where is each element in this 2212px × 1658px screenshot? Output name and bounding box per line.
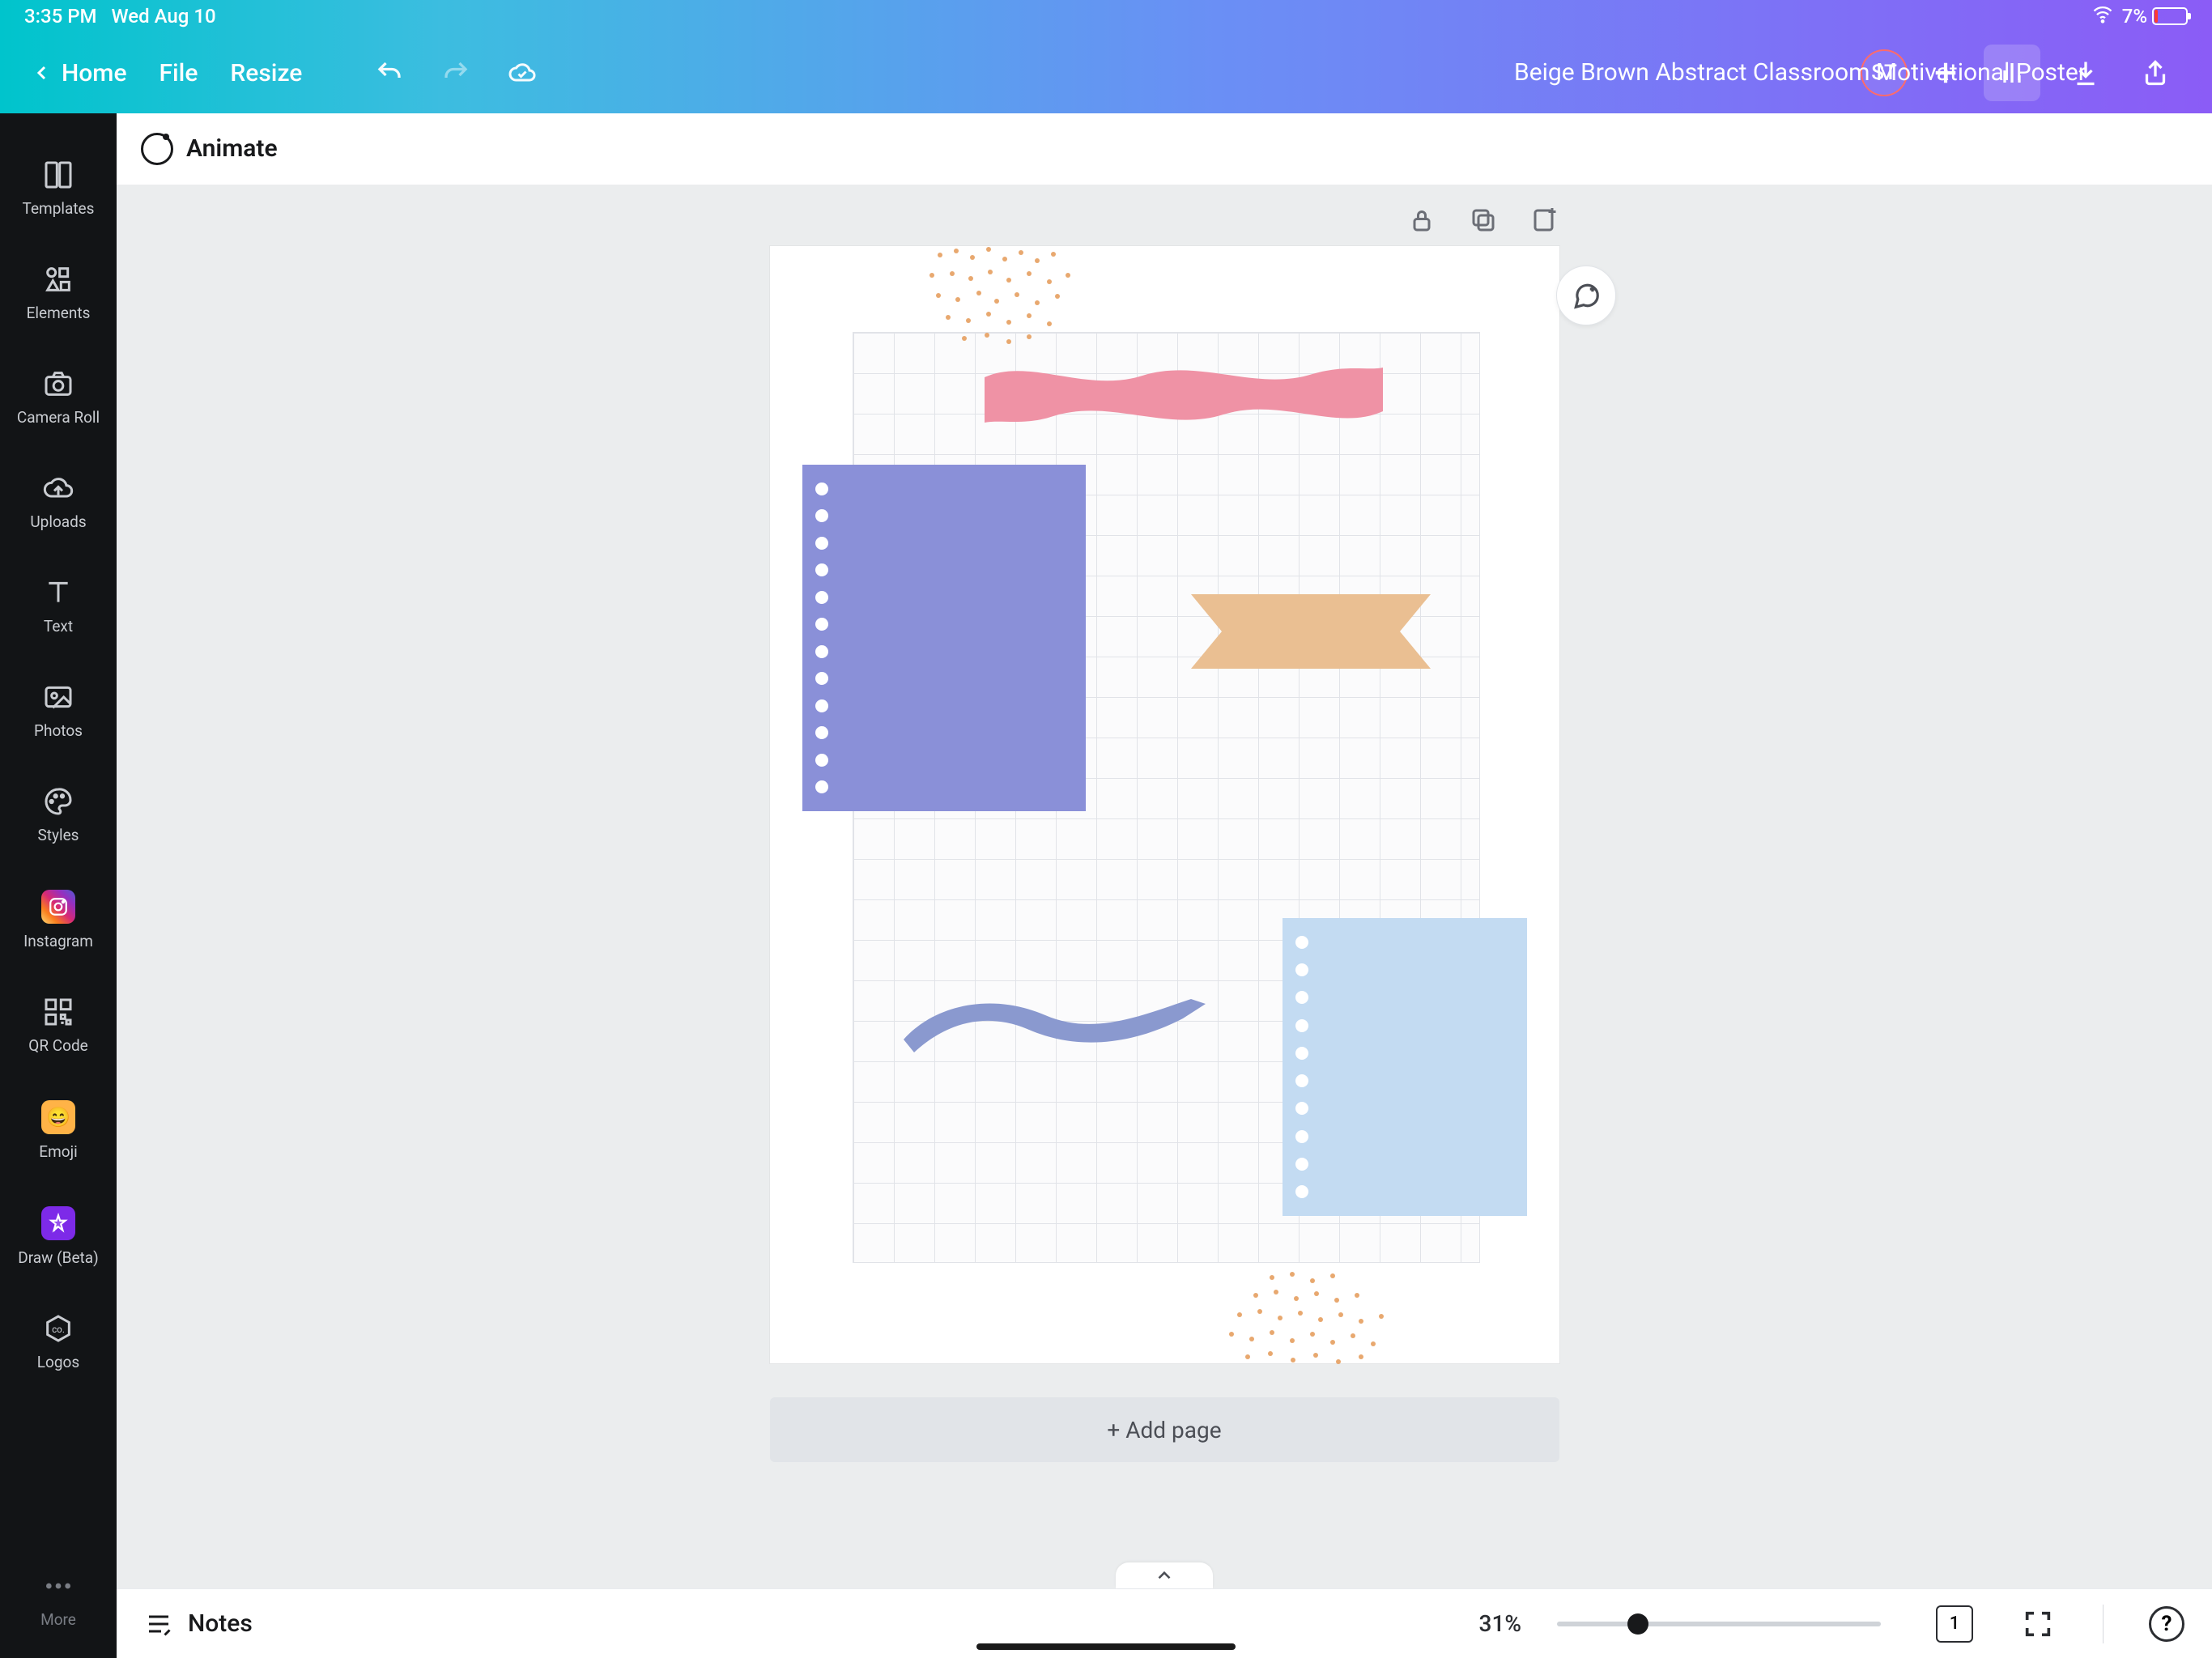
emoji-icon: 😄 <box>41 1100 75 1134</box>
lock-page-button[interactable] <box>1407 206 1436 235</box>
sidebar-item-photos[interactable]: Photos <box>0 658 117 763</box>
sidebar-item-label: Camera Roll <box>17 408 100 427</box>
separator <box>2103 1605 2104 1643</box>
status-date: Wed Aug 10 <box>112 5 216 28</box>
blue-ribbon-element[interactable] <box>900 983 1207 1064</box>
page-indicator[interactable]: 1 <box>1936 1605 1973 1643</box>
sidebar-item-label: Photos <box>34 721 83 740</box>
undo-button[interactable] <box>375 58 404 87</box>
elements-icon <box>42 263 74 295</box>
status-time: 3:35 PM <box>24 5 97 28</box>
photos-icon <box>42 681 74 713</box>
text-icon <box>42 576 74 609</box>
add-page-label: + Add page <box>1107 1417 1221 1443</box>
help-button[interactable]: ? <box>2149 1606 2184 1642</box>
notes-label: Notes <box>188 1609 253 1638</box>
home-label: Home <box>62 59 127 87</box>
home-button[interactable]: Home <box>32 59 127 87</box>
sidebar-item-label: Styles <box>38 826 79 844</box>
redo-button[interactable] <box>441 58 470 87</box>
cloud-upload-icon <box>42 472 74 504</box>
sidebar-item-camera-roll[interactable]: Camera Roll <box>0 345 117 449</box>
design-canvas[interactable] <box>770 246 1559 1363</box>
chevron-left-icon <box>32 63 52 83</box>
sidebar-item-templates[interactable]: Templates <box>0 136 117 240</box>
sidebar-item-logos[interactable]: co. Logos <box>0 1290 117 1394</box>
dot-pattern-element[interactable] <box>916 243 1086 348</box>
templates-icon <box>42 159 74 191</box>
context-toolbar: Animate <box>117 113 2212 185</box>
draw-icon <box>41 1206 75 1240</box>
sidebar-item-label: Draw (Beta) <box>18 1248 98 1267</box>
document-title[interactable]: Beige Brown Abstract Classroom Motivatio… <box>1514 58 2087 87</box>
sidebar-item-instagram[interactable]: Instagram <box>0 867 117 973</box>
sidebar-item-label: Logos <box>37 1353 79 1371</box>
sidebar-item-elements[interactable]: Elements <box>0 240 117 345</box>
sidebar-item-label: Emoji <box>39 1142 77 1161</box>
orange-ribbon-element[interactable] <box>1191 594 1431 669</box>
sidebar-item-label: Text <box>44 617 73 636</box>
dot-pattern-element[interactable] <box>1223 1268 1393 1373</box>
svg-text:co.: co. <box>52 1324 65 1335</box>
sidebar-item-draw[interactable]: Draw (Beta) <box>0 1184 117 1290</box>
sidebar-item-label: Instagram <box>23 932 93 950</box>
pink-wavy-banner-element[interactable] <box>981 353 1387 436</box>
palette-icon <box>42 785 74 818</box>
file-menu[interactable]: File <box>160 59 198 87</box>
notes-button[interactable]: Notes <box>144 1609 253 1639</box>
logos-icon: co. <box>42 1312 74 1345</box>
animate-button[interactable]: Animate <box>141 133 278 165</box>
sidebar-item-qr-code[interactable]: QR Code <box>0 973 117 1078</box>
purple-notepad-element[interactable] <box>802 465 1086 811</box>
resize-menu[interactable]: Resize <box>230 59 302 87</box>
comment-fab[interactable] <box>1556 266 1616 325</box>
zoom-percent[interactable]: 31% <box>1479 1610 1521 1637</box>
side-rail: Templates Elements Camera Roll Uploads T… <box>0 113 117 1658</box>
sidebar-item-emoji[interactable]: 😄 Emoji <box>0 1078 117 1184</box>
chevron-up-icon <box>1154 1565 1175 1586</box>
animate-label: Animate <box>186 134 278 163</box>
add-page-icon-button[interactable] <box>1530 206 1559 235</box>
battery-percent: 7% <box>2122 5 2147 28</box>
blue-notepad-element[interactable] <box>1283 918 1527 1216</box>
sidebar-item-label: QR Code <box>28 1036 88 1055</box>
battery-indicator: 7% <box>2122 5 2188 28</box>
sidebar-item-text[interactable]: Text <box>0 554 117 658</box>
qr-code-icon <box>42 996 74 1028</box>
ios-status-bar: 3:35 PM Wed Aug 10 7% <box>0 0 2212 32</box>
share-button[interactable] <box>2131 49 2180 97</box>
notes-icon <box>144 1609 173 1639</box>
sidebar-item-label: Templates <box>23 199 95 218</box>
camera-icon <box>42 368 74 400</box>
app-top-bar: Home File Resize Beige Brown Abstract Cl… <box>0 32 2212 113</box>
more-icon <box>42 1570 74 1602</box>
cloud-sync-icon[interactable] <box>508 58 537 87</box>
animate-icon <box>141 133 173 165</box>
sidebar-item-styles[interactable]: Styles <box>0 763 117 867</box>
page-actions <box>770 185 1559 246</box>
workspace: + Add page <box>117 185 2212 1588</box>
home-indicator <box>976 1643 1236 1650</box>
sidebar-item-label: More <box>40 1610 76 1629</box>
add-page-button[interactable]: + Add page <box>770 1397 1559 1462</box>
comment-plus-icon <box>1571 280 1602 311</box>
sidebar-item-label: Uploads <box>30 512 86 531</box>
duplicate-page-button[interactable] <box>1469 206 1498 235</box>
expand-timeline-button[interactable] <box>1116 1562 1213 1588</box>
zoom-slider[interactable] <box>1557 1622 1881 1626</box>
sidebar-item-uploads[interactable]: Uploads <box>0 449 117 554</box>
fullscreen-button[interactable] <box>2022 1608 2054 1640</box>
instagram-icon <box>41 890 75 924</box>
sidebar-item-more[interactable]: More <box>0 1547 117 1658</box>
sidebar-item-label: Elements <box>27 304 91 322</box>
wifi-icon <box>2091 2 2114 30</box>
